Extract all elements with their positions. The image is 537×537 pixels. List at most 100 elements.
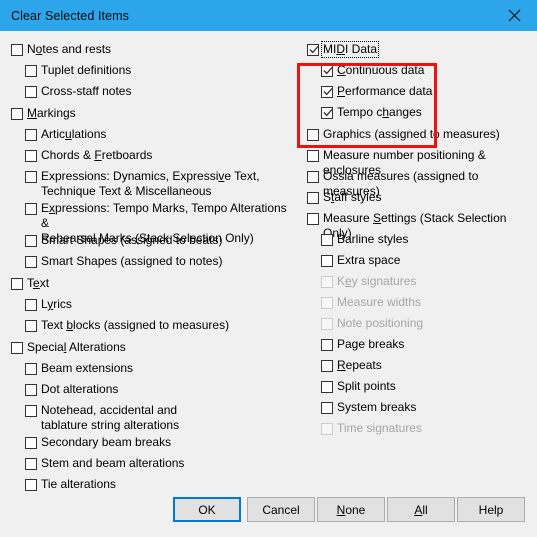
checkbox-label: Markings <box>27 106 76 120</box>
checkbox-empty-icon <box>11 278 23 290</box>
checkbox-dot-alterations[interactable]: Dot alterations <box>25 382 118 397</box>
checkbox-empty-icon <box>321 402 333 414</box>
checkbox-empty-icon <box>307 213 319 225</box>
button-label: Cancel <box>262 502 300 517</box>
checkbox-label: System breaks <box>337 400 417 414</box>
checkbox-label: Barline styles <box>337 232 409 246</box>
checkbox-empty-icon <box>321 318 333 330</box>
checkbox-performance-data[interactable]: Performance data <box>321 84 432 99</box>
button-label: Help <box>478 502 504 517</box>
close-button[interactable] <box>491 0 537 31</box>
checkbox-text-blocks-assigned-to-measures[interactable]: Text blocks (assigned to measures) <box>25 318 229 333</box>
checkbox-label: Tuplet definitions <box>41 63 132 77</box>
checkbox-beam-extensions[interactable]: Beam extensions <box>25 361 133 376</box>
checkbox-text[interactable]: Text <box>11 276 49 291</box>
checkbox-empty-icon <box>25 363 37 375</box>
checkbox-secondary-beam-breaks[interactable]: Secondary beam breaks <box>25 435 171 450</box>
checkbox-label: Page breaks <box>337 337 405 351</box>
checkbox-label: Articulations <box>41 127 107 141</box>
all-button[interactable]: All <box>387 497 455 522</box>
checkbox-checked-icon <box>321 65 333 77</box>
checkbox-tuplet-definitions[interactable]: Tuplet definitions <box>25 63 131 78</box>
checkbox-empty-icon <box>25 437 37 449</box>
checkbox-empty-icon <box>307 129 319 141</box>
checkbox-midi-data[interactable]: MIDI Data <box>307 41 380 58</box>
window-title: Clear Selected Items <box>11 8 130 23</box>
help-button[interactable]: Help <box>457 497 525 522</box>
checkbox-label: Dot alterations <box>41 382 119 396</box>
checkbox-label: Staff styles <box>323 190 382 204</box>
checkbox-empty-icon <box>307 171 319 183</box>
checkbox-repeats[interactable]: Repeats <box>321 358 382 373</box>
checkbox-label: Time signatures <box>337 421 422 435</box>
checkbox-cross-staff-notes[interactable]: Cross-staff notes <box>25 84 131 99</box>
checkbox-empty-icon <box>11 44 23 56</box>
checkbox-label: Stem and beam alterations <box>41 456 185 470</box>
checkbox-empty-icon <box>25 150 37 162</box>
checkbox-continuous-data[interactable]: Continuous data <box>321 63 424 78</box>
checkbox-notes-and-rests[interactable]: Notes and rests <box>11 42 111 57</box>
checkbox-special-alterations[interactable]: Special Alterations <box>11 340 126 355</box>
checkbox-label: Text <box>27 276 50 290</box>
checkbox-label: Smart Shapes (assigned to beats) <box>41 233 223 247</box>
checkbox-label: Graphics (assigned to measures) <box>323 127 500 141</box>
checkbox-tie-alterations[interactable]: Tie alterations <box>25 477 116 492</box>
checkbox-label: Notes and rests <box>27 42 112 56</box>
button-bar: OK Cancel None All Help <box>0 497 537 537</box>
checkbox-tempo-changes[interactable]: Tempo changes <box>321 105 422 120</box>
checkbox-label: Performance data <box>337 84 433 98</box>
checkbox-label: Beam extensions <box>41 361 134 375</box>
checkbox-empty-icon <box>25 479 37 491</box>
ok-button[interactable]: OK <box>173 497 241 522</box>
checkbox-empty-icon <box>25 299 37 311</box>
checkbox-key-signatures: Key signatures <box>321 274 416 289</box>
checkbox-graphics-assigned-to-measures[interactable]: Graphics (assigned to measures) <box>307 127 500 142</box>
checkbox-label: Lyrics <box>41 297 72 311</box>
checkbox-label: Split points <box>337 379 396 393</box>
checkbox-staff-styles[interactable]: Staff styles <box>307 190 382 205</box>
checkbox-empty-icon <box>25 171 37 183</box>
checkbox-articulations[interactable]: Articulations <box>25 127 106 142</box>
checkbox-label: Cross-staff notes <box>41 84 132 98</box>
checkbox-expressions-dynamics-expressive-text[interactable]: Expressions: Dynamics, Expressive Text, … <box>25 169 260 199</box>
checkbox-label: Extra space <box>337 253 401 267</box>
checkbox-lyrics[interactable]: Lyrics <box>25 297 72 312</box>
checkbox-empty-icon <box>25 458 37 470</box>
checkbox-smart-shapes-assigned-to-beats[interactable]: Smart Shapes (assigned to beats) <box>25 233 222 248</box>
checkbox-empty-icon <box>25 405 37 417</box>
checkbox-time-signatures: Time signatures <box>321 421 422 436</box>
checkbox-label: Continuous data <box>337 63 425 77</box>
checkbox-label: Text blocks (assigned to measures) <box>41 318 230 332</box>
checkbox-chords-fretboards[interactable]: Chords & Fretboards <box>25 148 152 163</box>
checkbox-smart-shapes-assigned-to-notes[interactable]: Smart Shapes (assigned to notes) <box>25 254 222 269</box>
checkbox-measure-widths: Measure widths <box>321 295 421 310</box>
checkbox-stem-and-beam-alterations[interactable]: Stem and beam alterations <box>25 456 184 471</box>
checkbox-empty-icon <box>25 65 37 77</box>
checkbox-empty-icon <box>25 203 37 215</box>
checkbox-label: Expressions: Dynamics, Expressive Text, … <box>41 169 260 198</box>
checkbox-page-breaks[interactable]: Page breaks <box>321 337 404 352</box>
checkbox-system-breaks[interactable]: System breaks <box>321 400 416 415</box>
checkbox-label: Tempo changes <box>337 105 422 119</box>
checkbox-label: Measure widths <box>337 295 422 309</box>
checkbox-empty-icon <box>321 381 333 393</box>
checkbox-markings[interactable]: Markings <box>11 106 76 121</box>
checkbox-label: Secondary beam breaks <box>41 435 172 449</box>
checkbox-empty-icon <box>321 255 333 267</box>
checkbox-checked-icon <box>307 44 319 56</box>
none-button[interactable]: None <box>317 497 385 522</box>
checkbox-label: Notehead, accidental and tablature strin… <box>41 403 180 432</box>
checkbox-label: Chords & Fretboards <box>41 148 153 162</box>
checkbox-checked-icon <box>321 107 333 119</box>
close-icon <box>508 9 521 22</box>
checkbox-notehead-accidental-and[interactable]: Notehead, accidental and tablature strin… <box>25 403 179 433</box>
checkbox-empty-icon <box>25 256 37 268</box>
checkbox-label: Key signatures <box>337 274 417 288</box>
checkbox-barline-styles[interactable]: Barline styles <box>321 232 408 247</box>
checkbox-empty-icon <box>25 320 37 332</box>
checkbox-checked-icon <box>321 86 333 98</box>
checkbox-split-points[interactable]: Split points <box>321 379 396 394</box>
title-bar[interactable]: Clear Selected Items <box>0 0 537 31</box>
cancel-button[interactable]: Cancel <box>247 497 315 522</box>
checkbox-extra-space[interactable]: Extra space <box>321 253 400 268</box>
